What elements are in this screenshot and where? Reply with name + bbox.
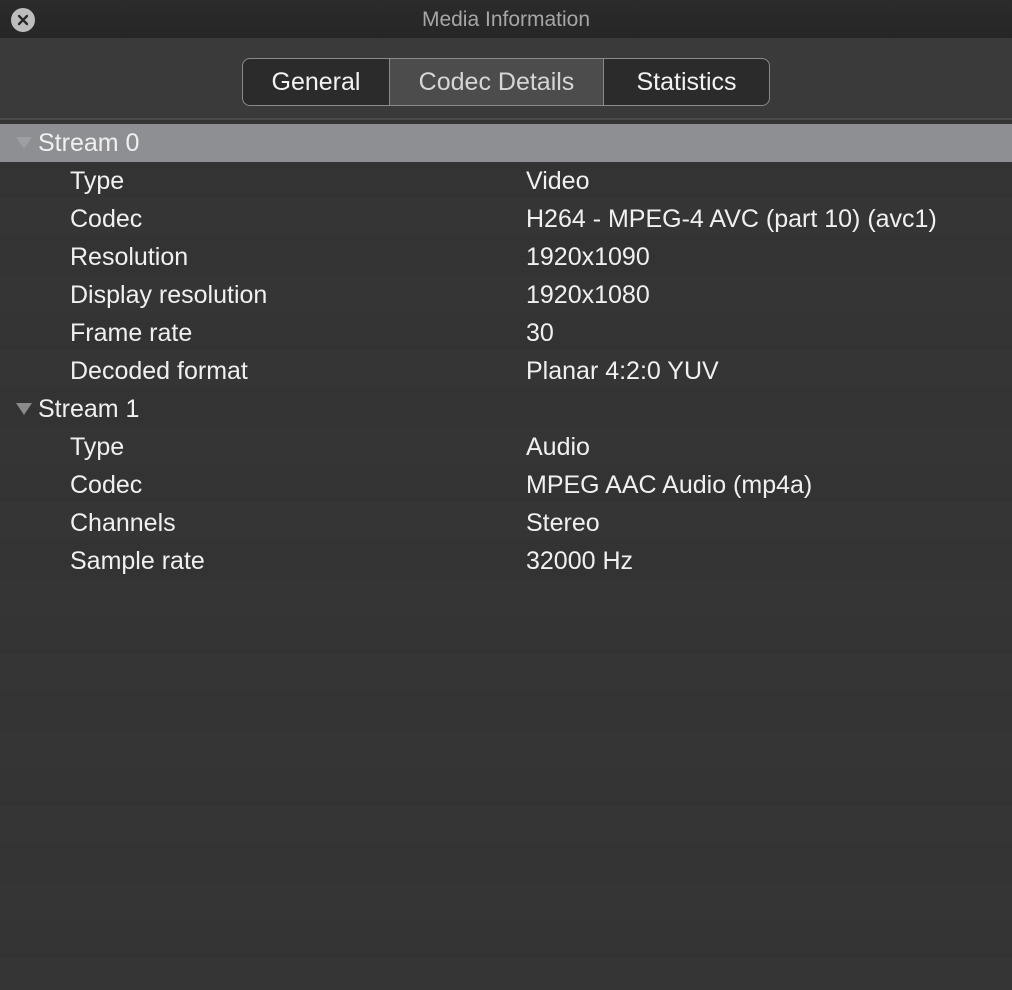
property-key: Sample rate	[70, 547, 205, 575]
property-row[interactable]: Frame rate 30	[0, 314, 1012, 352]
property-value: Stereo	[526, 509, 600, 537]
property-row[interactable]: Decoded format Planar 4:2:0 YUV	[0, 352, 1012, 390]
property-key: Decoded format	[70, 357, 248, 385]
title-bar: Media Information	[0, 0, 1012, 38]
property-value: Planar 4:2:0 YUV	[526, 357, 719, 385]
window-title: Media Information	[421, 8, 591, 31]
toolbar: General Codec Details Statistics	[0, 38, 1012, 120]
property-key: Type	[70, 167, 125, 195]
disclosure-triangle-icon[interactable]	[15, 136, 33, 150]
property-key: Resolution	[70, 243, 189, 271]
property-row[interactable]: Type Audio	[0, 428, 1012, 466]
tab-codec-details[interactable]: Codec Details	[389, 59, 603, 105]
disclosure-triangle-icon[interactable]	[15, 402, 33, 416]
property-key: Frame rate	[70, 319, 193, 347]
stream-label: Stream 0	[38, 129, 140, 157]
tab-general[interactable]: General	[243, 59, 389, 105]
property-row[interactable]: Display resolution 1920x1080	[0, 276, 1012, 314]
codec-details-tree: Stream 0 Type Video Codec H264 - MPEG-4 …	[0, 122, 1012, 990]
property-value: Video	[526, 167, 590, 195]
property-key: Type	[70, 433, 125, 461]
stream-row-0[interactable]: Stream 0	[0, 124, 1012, 162]
property-row[interactable]: Channels Stereo	[0, 504, 1012, 542]
property-value: 1920x1090	[526, 243, 650, 271]
property-key: Channels	[70, 509, 176, 537]
stream-row-1[interactable]: Stream 1	[0, 390, 1012, 428]
property-value: 30	[526, 319, 554, 347]
property-row[interactable]: Sample rate 32000 Hz	[0, 542, 1012, 580]
property-row[interactable]: Resolution 1920x1090	[0, 238, 1012, 276]
property-value: 1920x1080	[526, 281, 650, 309]
property-value: H264 - MPEG-4 AVC (part 10) (avc1)	[526, 205, 937, 233]
tab-bar: General Codec Details Statistics	[242, 58, 770, 106]
media-information-window: Media Information General Codec Details …	[0, 0, 1012, 990]
tab-statistics[interactable]: Statistics	[603, 59, 769, 105]
property-row[interactable]: Codec H264 - MPEG-4 AVC (part 10) (avc1)	[0, 200, 1012, 238]
property-value: 32000 Hz	[526, 547, 634, 575]
stream-label: Stream 1	[38, 395, 140, 423]
property-value: MPEG AAC Audio (mp4a)	[526, 471, 813, 499]
property-key: Codec	[70, 471, 143, 499]
property-row[interactable]: Type Video	[0, 162, 1012, 200]
property-key: Display resolution	[70, 281, 268, 309]
property-value: Audio	[526, 433, 590, 461]
property-key: Codec	[70, 205, 143, 233]
property-row[interactable]: Codec MPEG AAC Audio (mp4a)	[0, 466, 1012, 504]
